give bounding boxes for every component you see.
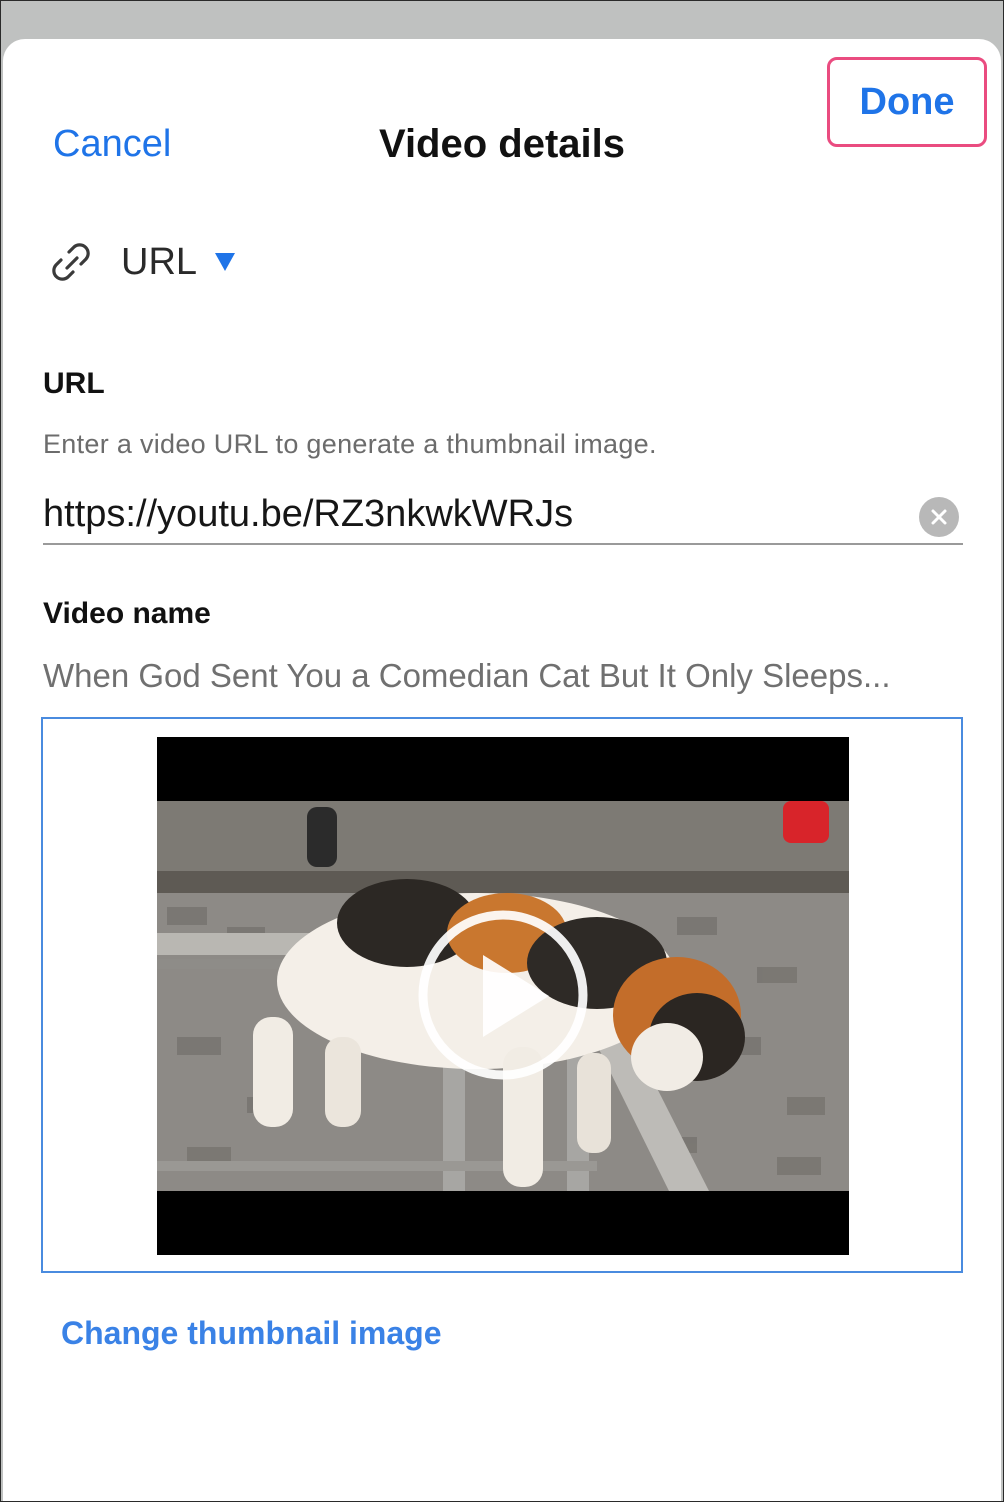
source-type-label: URL (121, 240, 198, 283)
screen-frame: Cancel Video details Done URL URL Enter … (0, 0, 1004, 1502)
close-icon (931, 509, 947, 525)
video-thumbnail[interactable] (157, 737, 849, 1255)
change-thumbnail-button[interactable]: Change thumbnail image (61, 1315, 441, 1352)
video-details-sheet: Cancel Video details Done URL URL Enter … (3, 39, 1001, 1501)
chevron-down-icon (215, 253, 236, 271)
video-name-value: When God Sent You a Comedian Cat But It … (43, 657, 891, 694)
thumbnail-image (157, 737, 849, 1255)
url-heading: URL (43, 367, 105, 400)
source-type-dropdown[interactable]: URL (47, 237, 236, 287)
video-name-heading: Video name (43, 597, 211, 630)
url-helper-text: Enter a video URL to generate a thumbnai… (43, 429, 657, 459)
url-input[interactable] (43, 491, 963, 545)
link-icon (52, 243, 90, 281)
thumbnail-frame (41, 717, 963, 1273)
done-button-highlight[interactable]: Done (827, 57, 987, 147)
done-button[interactable]: Done (860, 81, 955, 124)
clear-url-button[interactable] (919, 497, 959, 537)
